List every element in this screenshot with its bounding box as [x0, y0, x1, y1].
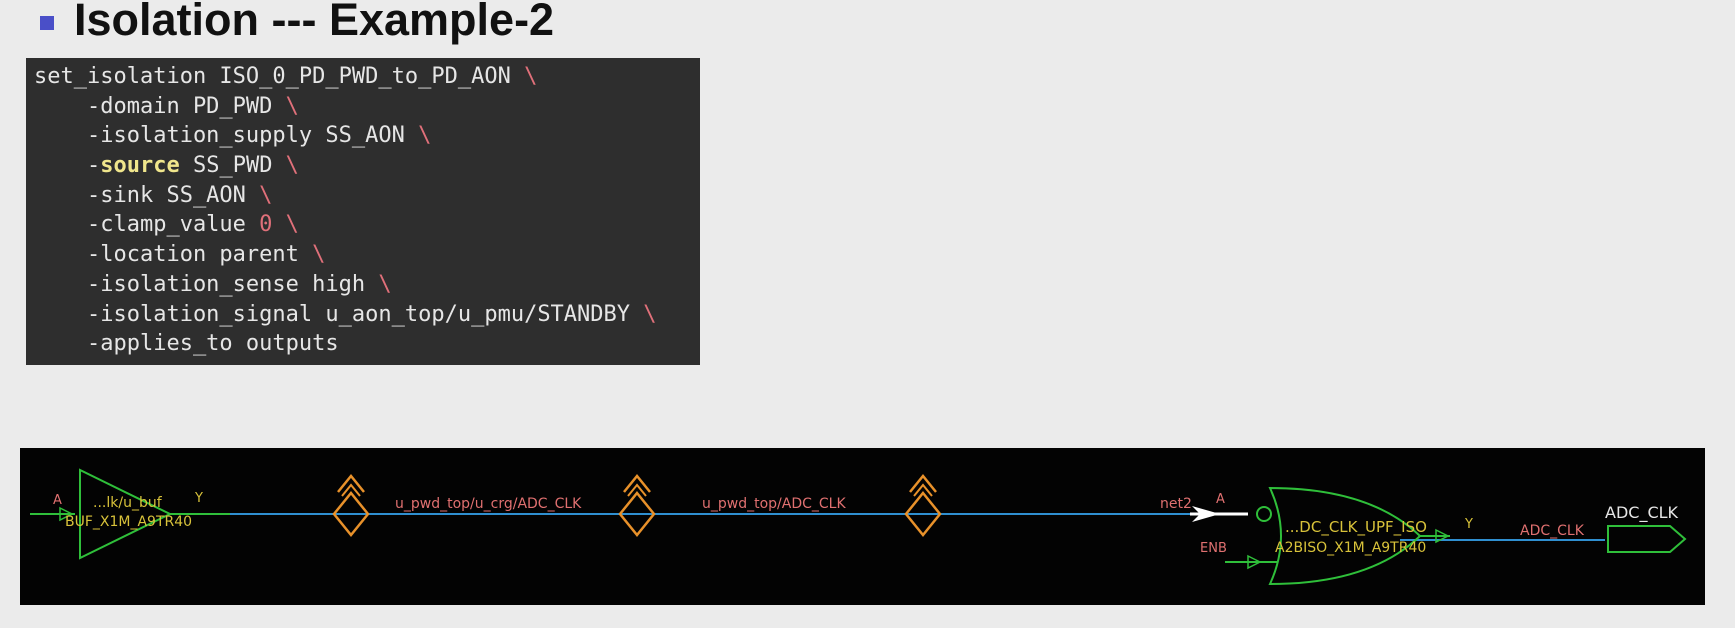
code-text: -isolation_signal u_aon_top/u_pmu/STANDB… [34, 301, 631, 327]
net-label-2: u_pwd_top/ADC_CLK [702, 496, 846, 512]
code-block: set_isolation ISO_0_PD_PWD_to_PD_AON \ -… [26, 58, 700, 365]
continuation-mark: \ [272, 212, 299, 238]
iso-cell-label: A2BISO_X1M_A9TR40 [1275, 540, 1426, 556]
net-label-3: net2 [1160, 496, 1192, 512]
code-text: set_isolation ISO_0_PD_PWD_to_PD_AON [34, 64, 511, 89]
buffer-pin-a-label: A [53, 493, 62, 508]
code-line: -isolation_supply SS_AON \ [34, 121, 700, 151]
iso-pin-y-label: Y [1464, 517, 1473, 532]
output-port-icon[interactable] [1607, 525, 1687, 553]
continuation-mark: \ [365, 271, 392, 297]
code-line: -isolation_sense high \ [34, 270, 700, 300]
slide-title: Isolation --- Example-2 [74, 0, 555, 45]
code-line: -source SS_PWD \ [34, 151, 700, 181]
buffer-pin-y-label: Y [194, 491, 203, 506]
output-port-label: ADC_CLK [1605, 503, 1679, 523]
continuation-mark: \ [272, 153, 299, 179]
buffer-cell-label: BUF_X1M_A9TR40 [65, 514, 192, 530]
code-text: -location parent [34, 242, 299, 268]
output-net-label: ADC_CLK [1520, 523, 1585, 539]
inversion-bubble-icon [1256, 506, 1272, 522]
code-text: -isolation_supply SS_AON [34, 123, 405, 149]
continuation-mark: \ [298, 242, 326, 268]
code-line: set_isolation ISO_0_PD_PWD_to_PD_AON \ [34, 62, 700, 92]
code-line: -sink SS_AON \ [34, 181, 700, 211]
domain-boundary-marker-1[interactable] [332, 474, 370, 537]
domain-boundary-marker-2[interactable] [618, 474, 656, 537]
iso-pin-enb-label: ENB [1200, 541, 1227, 556]
bullet-icon [40, 16, 54, 30]
code-text: -applies_to outputs [34, 331, 339, 357]
code-line: -clamp_value 0 \ [34, 210, 700, 240]
schematic-canvas: A Y ...lk/u_buf BUF_X1M_A9TR40 u_pwd_top… [30, 468, 1687, 586]
continuation-mark: \ [404, 123, 432, 149]
code-text: SS_PWD [179, 153, 273, 179]
code-line: -domain PD_PWD \ [34, 92, 700, 122]
continuation-mark: \ [272, 93, 299, 119]
continuation-mark: \ [510, 64, 538, 89]
code-text: -isolation_sense high [34, 271, 366, 297]
net-label-1: u_pwd_top/u_crg/ADC_CLK [395, 496, 582, 512]
code-number: 0 [259, 212, 273, 238]
isolation-cell-gate-icon[interactable] [1268, 486, 1422, 586]
title-row: Isolation --- Example-2 [40, 0, 555, 45]
code-text: -sink SS_AON [34, 182, 246, 208]
code-text: -domain PD_PWD [34, 93, 273, 119]
continuation-mark: \ [630, 301, 657, 327]
code-line: -applies_to outputs [34, 329, 700, 359]
continuation-mark: \ [245, 182, 273, 208]
code-text: - [34, 153, 101, 179]
code-keyword: source [100, 153, 180, 179]
buffer-instance-label: ...lk/u_buf [93, 495, 163, 511]
code-line: -location parent \ [34, 240, 700, 270]
iso-instance-label: ...DC_CLK_UPF_ISO [1285, 518, 1427, 537]
code-text: -clamp_value [34, 212, 260, 238]
iso-pin-a-label: A [1216, 492, 1225, 507]
code-line: -isolation_signal u_aon_top/u_pmu/STANDB… [34, 300, 700, 330]
domain-boundary-marker-3[interactable] [904, 474, 942, 537]
schematic-view[interactable]: A Y ...lk/u_buf BUF_X1M_A9TR40 u_pwd_top… [20, 448, 1705, 605]
